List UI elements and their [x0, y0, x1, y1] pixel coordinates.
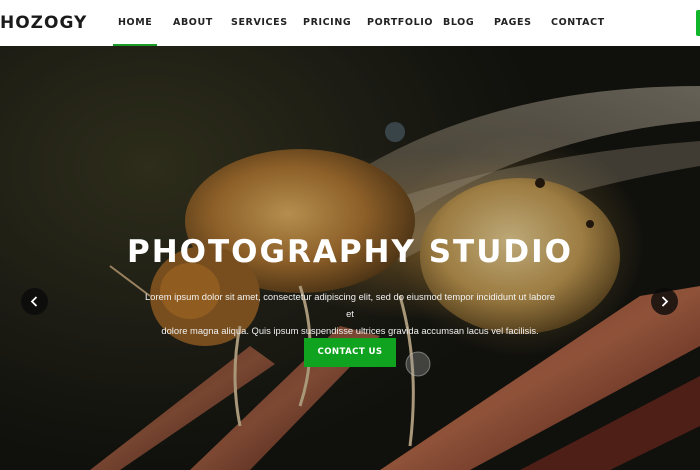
- header-edge-button[interactable]: [696, 10, 700, 36]
- hero-description: Lorem ipsum dolor sit amet, consectetur …: [140, 288, 560, 339]
- nav-item-portfolio[interactable]: PORTFOLIO: [367, 17, 433, 29]
- hero-title: PHOTOGRAPHY STUDIO: [127, 234, 573, 270]
- hero-description-line-1: Lorem ipsum dolor sit amet, consectetur …: [144, 291, 556, 319]
- hero-description-line-2: dolore magna aliqua. Quis ipsum suspendi…: [161, 325, 539, 336]
- main-nav: HOME ABOUT SERVICES PRICING PORTFOLIO BL…: [0, 0, 700, 46]
- nav-item-contact[interactable]: CONTACT: [551, 17, 605, 29]
- nav-item-home[interactable]: HOME: [112, 17, 158, 46]
- page: HOZOGY HOME ABOUT SERVICES PRICING PORTF…: [0, 0, 700, 470]
- slider-next-button[interactable]: [651, 288, 678, 315]
- nav-item-pricing[interactable]: PRICING: [303, 17, 351, 29]
- site-header: HOZOGY HOME ABOUT SERVICES PRICING PORTF…: [0, 0, 700, 46]
- chevron-left-icon: [30, 296, 38, 307]
- contact-us-button[interactable]: CONTACT US: [304, 338, 396, 367]
- chevron-right-icon: [661, 296, 669, 307]
- slider-prev-button[interactable]: [21, 288, 48, 315]
- nav-item-about[interactable]: ABOUT: [173, 17, 213, 29]
- nav-item-blog[interactable]: BLOG: [443, 17, 474, 29]
- nav-item-pages[interactable]: PAGES: [494, 17, 532, 29]
- hero-slider: PHOTOGRAPHY STUDIO Lorem ipsum dolor sit…: [0, 46, 700, 470]
- nav-item-services[interactable]: SERVICES: [231, 17, 288, 29]
